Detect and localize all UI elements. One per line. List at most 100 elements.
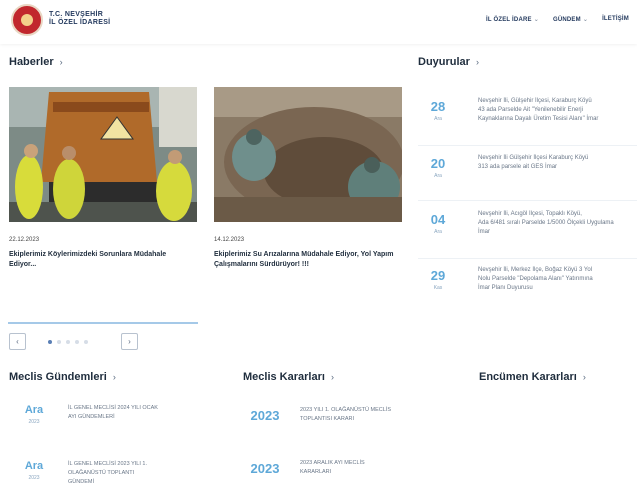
item-text-line: İL GENEL MECLİSİ 2023 YILI 1.	[68, 461, 147, 467]
item-text-line: İL GENEL MECLİSİ 2024 YILI OCAK	[68, 405, 158, 411]
item-year: 2023	[250, 408, 280, 423]
announcement-item[interactable]: 28 Ara Nevşehir İli, Gülşehir İlçesi, Ka…	[418, 97, 637, 147]
item-text[interactable]: İL GENEL MECLİSİ 2024 YILI OCAK AYI GÜND…	[68, 404, 188, 422]
announcement-day: 04	[430, 212, 446, 227]
announcement-text-line: Nevşehir İli Gülşehir İlçesi Karaburç Kö…	[478, 155, 589, 161]
announcement-text-line: İmar	[478, 229, 490, 235]
announcement-item[interactable]: 04 Ara Nevşehir İli, Acıgöl İlçesi, Topa…	[418, 210, 637, 260]
announcement-text-line: Ada 6/481 sıralı Parselde 1/5000 Ölçekli…	[478, 220, 614, 226]
news-photo[interactable]	[9, 87, 197, 222]
announcement-day: 20	[430, 156, 446, 171]
brand-name[interactable]: T.C. NEVŞEHİR İL ÖZEL İDARESİ	[49, 11, 110, 27]
item-year: 2023	[28, 475, 40, 481]
encumen-kararlari-section-title[interactable]: Encümen Kararları ›	[479, 371, 586, 383]
slider-dot[interactable]	[75, 340, 79, 344]
item-month: Ara	[24, 404, 44, 416]
nav-label: GÜNDEM	[552, 17, 581, 23]
announcement-text[interactable]: Nevşehir İli, Acıgöl İlçesi, Topaklı Köy…	[478, 210, 637, 237]
announcement-day: 28	[430, 99, 446, 114]
news-photo-image	[214, 87, 402, 222]
site-header: T.C. NEVŞEHİR İL ÖZEL İDARESİ İL ÖZEL İD…	[0, 0, 637, 44]
announcement-text-line: 43 ada Parselde Ait "Yenilenebilir Enerj…	[478, 107, 583, 113]
item-text-line: OLAĞANÜSTÜ TOPLANTI	[68, 470, 135, 476]
item-year: 2023	[250, 461, 280, 476]
news-photo[interactable]	[214, 87, 402, 222]
divider	[418, 200, 637, 201]
announcement-text-line: 313 ada parsele ait GES İmar	[478, 164, 558, 170]
nav-item-iletisim[interactable]: İLETİŞİM	[602, 16, 629, 23]
announcement-text-line: İmar Planı Duyurusu	[478, 285, 533, 291]
slider-dot[interactable]	[57, 340, 61, 344]
meclis-kararlari-section-title[interactable]: Meclis Kararları ›	[243, 371, 334, 383]
announcement-month: Kas	[433, 285, 443, 291]
news-photo-image	[9, 87, 197, 222]
logo[interactable]	[11, 4, 43, 36]
announcement-text[interactable]: Nevşehir İli Gülşehir İlçesi Karaburç Kö…	[478, 154, 637, 172]
announcement-day: 29	[430, 268, 446, 283]
divider	[418, 145, 637, 146]
meclis-karar-item[interactable]: 2023 2023 YILI 1. OLAĞANÜSTÜ MECLİS TOPL…	[242, 406, 462, 440]
slider-dot[interactable]	[48, 340, 52, 344]
item-text-line: AYI GÜNDEMLERİ	[68, 414, 115, 420]
news-date: 14.12.2023	[214, 237, 245, 243]
slider-next-button[interactable]: ›	[121, 333, 138, 350]
item-year: 2023	[28, 419, 40, 425]
announcement-month: Ara	[434, 116, 442, 122]
announcement-text[interactable]: Nevşehir İli, Merkez İlçe, Boğaz Köyü 3 …	[478, 266, 637, 293]
slider-prev-button[interactable]: ‹	[9, 333, 26, 350]
item-month: Ara	[24, 460, 44, 472]
news-card[interactable]: 22.12.2023 Ekiplerimiz Köylerimizdeki So…	[9, 87, 197, 323]
chevron-down-icon: ⌄	[582, 17, 589, 23]
nav-label: İL ÖZEL İDARE	[486, 17, 532, 23]
slider-progress-bar	[8, 322, 198, 324]
slider-dots	[48, 340, 88, 344]
meclis-gundem-item[interactable]: Ara 2023 İL GENEL MECLİSİ 2024 YILI OCAK…	[12, 404, 202, 438]
encumen-kararlari-title-text: Encümen Kararları	[479, 371, 577, 383]
announcements-title-text: Duyurular	[418, 56, 470, 68]
item-text-line: GÜNDEMİ	[68, 479, 94, 485]
brand-line-2: İL ÖZEL İDARESİ	[49, 19, 111, 26]
chevron-down-icon: ⌄	[533, 17, 539, 23]
announcement-month: Ara	[434, 173, 442, 179]
news-date: 22.12.2023	[9, 237, 40, 243]
announcement-item[interactable]: 20 Ara Nevşehir İli Gülşehir İlçesi Kara…	[418, 154, 637, 204]
item-text[interactable]: 2023 YILI 1. OLAĞANÜSTÜ MECLİS TOPLANTIS…	[300, 406, 450, 424]
announcement-item[interactable]: 29 Kas Nevşehir İli, Merkez İlçe, Boğaz …	[418, 266, 637, 316]
news-section-title[interactable]: Haberler ›	[9, 56, 63, 68]
slider-dot[interactable]	[84, 340, 88, 344]
news-card[interactable]: 14.12.2023 Ekiplerimiz Su Arızalarına Mü…	[214, 87, 402, 323]
announcement-text-line: Nevşehir İli, Merkez İlçe, Boğaz Köyü 3 …	[478, 267, 593, 273]
meclis-gundem-item[interactable]: Ara 2023 İL GENEL MECLİSİ 2023 YILI 1. O…	[12, 460, 202, 494]
announcements-section-title[interactable]: Duyurular ›	[418, 56, 479, 68]
news-title-text: Haberler	[9, 56, 54, 68]
meclis-gundemleri-title-text: Meclis Gündemleri	[9, 371, 107, 383]
announcement-text-line: Kaynaklarına Dayalı Üretim Tesisi Alanı"…	[478, 116, 599, 122]
chevron-right-icon: ›	[582, 372, 586, 382]
item-text[interactable]: 2023 ARALIK AYI MECLİS KARARLARI	[300, 459, 450, 477]
meclis-kararlari-title-text: Meclis Kararları	[243, 371, 325, 383]
divider	[418, 258, 637, 259]
announcement-text[interactable]: Nevşehir İli, Gülşehir İlçesi, Karaburç …	[478, 97, 637, 124]
announcement-text-line: Nevşehir İli, Gülşehir İlçesi, Karaburç …	[478, 98, 592, 104]
news-title[interactable]: Ekiplerimiz Su Arızalarına Müdahale Ediy…	[214, 250, 394, 270]
main-nav: İL ÖZEL İDARE ⌄ GÜNDEM ⌄ İLETİŞİM	[486, 16, 629, 23]
item-text-line: TOPLANTISI KARARI	[300, 416, 354, 422]
item-text-line: KARARLARI	[300, 469, 332, 475]
announcement-text-line: Nevşehir İli, Acıgöl İlçesi, Topaklı Köy…	[478, 211, 582, 217]
news-title[interactable]: Ekiplerimiz Köylerimizdeki Sorunlara Müd…	[9, 250, 189, 270]
nav-item-il-ozel-idare[interactable]: İL ÖZEL İDARE ⌄	[486, 16, 539, 23]
announcement-month: Ara	[434, 229, 442, 235]
item-text-line: 2023 YILI 1. OLAĞANÜSTÜ MECLİS	[300, 407, 391, 413]
announcement-text-line: Nolu Parselde "Depolama Alanı" Yatırımın…	[478, 276, 593, 282]
nav-label: İLETİŞİM	[602, 16, 629, 22]
chevron-right-icon: ›	[475, 57, 479, 67]
slider-dot[interactable]	[66, 340, 70, 344]
chevron-right-icon: ›	[59, 57, 63, 67]
item-text[interactable]: İL GENEL MECLİSİ 2023 YILI 1. OLAĞANÜSTÜ…	[68, 460, 188, 487]
item-text-line: 2023 ARALIK AYI MECLİS	[300, 460, 365, 466]
meclis-karar-item[interactable]: 2023 2023 ARALIK AYI MECLİS KARARLARI	[242, 459, 462, 493]
chevron-right-icon: ›	[330, 372, 334, 382]
nav-item-gundem[interactable]: GÜNDEM ⌄	[553, 16, 588, 23]
brand-line-1: T.C. NEVŞEHİR	[49, 11, 104, 18]
meclis-gundemleri-section-title[interactable]: Meclis Gündemleri ›	[9, 371, 116, 383]
